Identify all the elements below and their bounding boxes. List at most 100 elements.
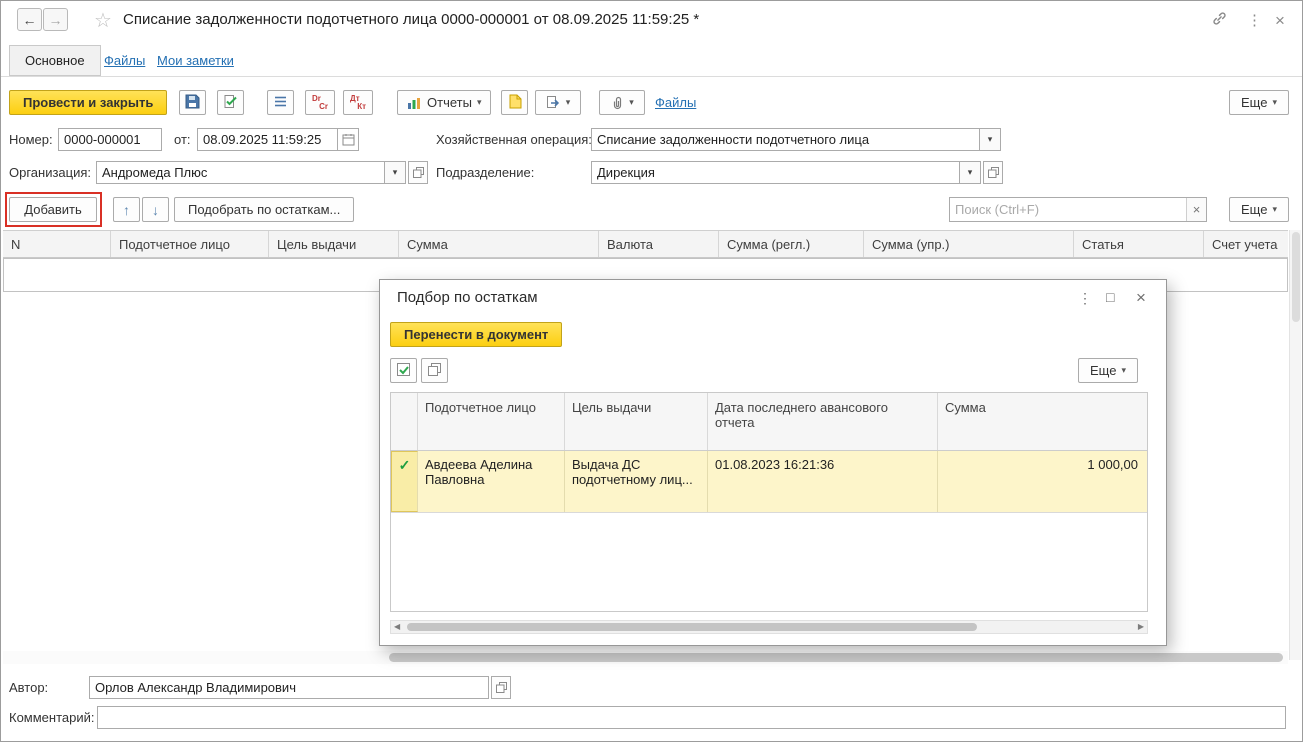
- chevron-down-icon[interactable]: ▾: [384, 162, 405, 183]
- column-header[interactable]: N: [3, 231, 111, 257]
- department-open-button[interactable]: [983, 161, 1003, 184]
- column-header[interactable]: Сумма: [399, 231, 599, 257]
- unselect-all-button[interactable]: [421, 358, 448, 383]
- add-row-button[interactable]: Добавить: [9, 197, 97, 222]
- vertical-scrollbar[interactable]: [1289, 230, 1301, 660]
- dialog-maximize-icon[interactable]: □: [1106, 289, 1114, 305]
- favorite-star-icon[interactable]: ☆: [94, 8, 112, 33]
- dr-cr-icon: Dr Cr: [312, 93, 328, 111]
- post-document-icon: [223, 94, 238, 112]
- tab-files-link[interactable]: Файлы: [104, 53, 145, 68]
- checkbox-column-header[interactable]: [391, 393, 418, 450]
- column-header[interactable]: Сумма (регл.): [719, 231, 864, 257]
- transfer-to-document-button[interactable]: Перенести в документ: [390, 322, 563, 347]
- toolbar-more-button[interactable]: Еще ▾: [1229, 90, 1289, 115]
- author-open-button[interactable]: [491, 676, 511, 699]
- horizontal-scrollbar[interactable]: [3, 651, 1288, 664]
- date-field[interactable]: 08.09.2025 11:59:25: [197, 128, 359, 151]
- column-header[interactable]: Цель выдачи: [565, 393, 708, 450]
- window-close-icon[interactable]: ×: [1275, 11, 1285, 31]
- column-header[interactable]: Статья: [1074, 231, 1204, 257]
- files-link[interactable]: Файлы: [655, 95, 696, 110]
- tab-notes-link[interactable]: Мои заметки: [157, 53, 234, 68]
- cell-purpose[interactable]: Выдача ДС подотчетному лиц...: [565, 451, 708, 512]
- author-input[interactable]: [89, 676, 489, 699]
- chevron-down-icon[interactable]: ▾: [979, 129, 1000, 150]
- get-link-icon[interactable]: [1211, 10, 1228, 30]
- reports-icon: [407, 96, 421, 110]
- horizontal-scrollbar-thumb[interactable]: [389, 653, 1283, 662]
- number-input[interactable]: [58, 128, 162, 151]
- pick-by-balance-button[interactable]: Подобрать по остаткам...: [174, 197, 355, 222]
- move-up-button[interactable]: ↑: [113, 197, 140, 222]
- column-header[interactable]: Цель выдачи: [269, 231, 399, 257]
- balances-table: Подотчетное лицо Цель выдачи Дата послед…: [390, 392, 1148, 612]
- items-table-header: N Подотчетное лицо Цель выдачи Сумма Вал…: [3, 230, 1288, 258]
- check-all-icon: [396, 362, 411, 380]
- column-header[interactable]: Валюта: [599, 231, 719, 257]
- dialog-more-button[interactable]: Еще ▾: [1078, 358, 1138, 383]
- print-button[interactable]: [501, 90, 528, 115]
- operation-label: Хозяйственная операция:: [436, 132, 592, 147]
- column-header[interactable]: Сумма (упр.): [864, 231, 1074, 257]
- document-window: ← → ☆ Списание задолженности подотчетног…: [0, 0, 1303, 742]
- chevron-down-icon: ▾: [476, 97, 482, 107]
- window-more-icon[interactable]: ⋮: [1247, 11, 1262, 29]
- row-checkbox[interactable]: ✓: [391, 451, 418, 512]
- department-select[interactable]: Дирекция ▾: [591, 161, 981, 184]
- clear-search-icon[interactable]: ×: [1186, 198, 1206, 221]
- scroll-left-icon[interactable]: ◀: [394, 622, 400, 631]
- department-label: Подразделение:: [436, 165, 535, 180]
- cell-amount[interactable]: 1 000,00: [938, 451, 1147, 512]
- column-header[interactable]: Дата последнего авансового отчета: [708, 393, 938, 450]
- dialog-title: Подбор по остаткам: [397, 289, 538, 306]
- document-register-records-button[interactable]: [267, 90, 294, 115]
- chevron-down-icon: ▾: [1121, 365, 1126, 375]
- post-and-close-button[interactable]: Провести и закрыть: [9, 90, 168, 115]
- save-button[interactable]: [179, 90, 206, 115]
- column-header[interactable]: Сумма: [938, 393, 1147, 450]
- dialog-more-icon[interactable]: ⋮: [1078, 290, 1092, 307]
- tab-main[interactable]: Основное: [9, 45, 101, 76]
- yellow-document-icon: [508, 94, 522, 112]
- organization-open-button[interactable]: [408, 161, 428, 184]
- vertical-scrollbar-thumb[interactable]: [1292, 232, 1300, 322]
- forward-button[interactable]: →: [43, 8, 68, 31]
- dialog-horizontal-scrollbar[interactable]: ◀ ▶: [390, 620, 1148, 634]
- floppy-icon: [185, 94, 200, 112]
- dr-cr-entries-button[interactable]: Dr Cr: [305, 90, 335, 115]
- post-document-button[interactable]: [217, 90, 244, 115]
- uncheck-all-icon: [427, 362, 442, 380]
- search-input[interactable]: [950, 198, 1186, 221]
- checked-icon: ✓: [398, 457, 411, 473]
- select-all-button[interactable]: [390, 358, 417, 383]
- scroll-right-icon[interactable]: ▶: [1138, 622, 1144, 631]
- balance-row[interactable]: ✓ Авдеева Аделина Павловна Выдача ДС под…: [391, 451, 1147, 513]
- calendar-icon[interactable]: [337, 129, 358, 150]
- operation-select[interactable]: Списание задолженности подотчетного лица…: [591, 128, 1001, 151]
- column-header[interactable]: Счет учета: [1204, 231, 1288, 257]
- search-field[interactable]: ×: [949, 197, 1207, 222]
- column-header[interactable]: Подотчетное лицо: [111, 231, 269, 257]
- dialog-close-icon[interactable]: ×: [1136, 288, 1146, 308]
- pick-by-balance-dialog: Подбор по остаткам ⋮ □ × Перенести в док…: [379, 279, 1167, 646]
- balances-table-header: Подотчетное лицо Цель выдачи Дата послед…: [391, 393, 1147, 451]
- column-header[interactable]: Подотчетное лицо: [418, 393, 565, 450]
- cell-last-report-date[interactable]: 01.08.2023 16:21:36: [708, 451, 938, 512]
- reports-button[interactable]: Отчеты ▾: [397, 90, 492, 115]
- attachments-button[interactable]: ▾: [599, 90, 645, 115]
- dt-kt-entries-button[interactable]: Дт Кт: [343, 90, 373, 115]
- back-button[interactable]: ←: [17, 8, 42, 31]
- create-based-on-button[interactable]: ▾: [535, 90, 581, 115]
- dialog-scrollbar-thumb[interactable]: [407, 623, 977, 631]
- paperclip-icon: [610, 95, 624, 110]
- organization-select[interactable]: Андромеда Плюс ▾: [96, 161, 406, 184]
- chevron-down-icon[interactable]: ▾: [959, 162, 980, 183]
- create-based-on-icon: [546, 95, 561, 110]
- move-down-button[interactable]: ↓: [142, 197, 169, 222]
- chevron-down-icon: ▾: [1272, 204, 1277, 214]
- cell-person[interactable]: Авдеева Аделина Павловна: [418, 451, 565, 512]
- tabs-separator: [1, 76, 1302, 77]
- comment-input[interactable]: [97, 706, 1286, 729]
- table-more-button[interactable]: Еще ▾: [1229, 197, 1289, 222]
